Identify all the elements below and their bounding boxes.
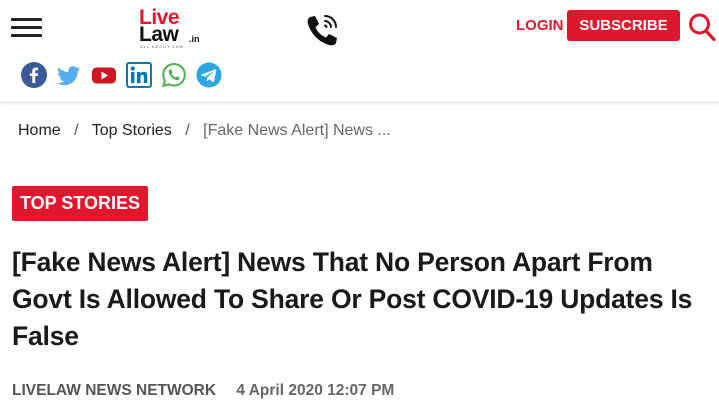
login-link[interactable]: LOGIN bbox=[516, 17, 564, 34]
breadcrumb: Home / Top Stories / [Fake News Alert] N… bbox=[18, 122, 391, 140]
breadcrumb-separator: / bbox=[74, 122, 79, 139]
menu-icon[interactable] bbox=[11, 14, 43, 42]
social-share-bar bbox=[21, 62, 222, 88]
site-header: Live Law .in ALL ABOUT LAW LOGIN SUBSCRI… bbox=[0, 0, 719, 103]
menu-bar bbox=[11, 26, 42, 29]
category-badge[interactable]: TOP STORIES bbox=[12, 186, 149, 221]
livelaw-logo[interactable]: Live Law .in ALL ABOUT LAW bbox=[138, 6, 208, 49]
menu-bar bbox=[11, 34, 42, 37]
breadcrumb-home[interactable]: Home bbox=[18, 122, 61, 139]
breadcrumb-top-stories[interactable]: Top Stories bbox=[92, 122, 172, 139]
search-icon[interactable] bbox=[688, 12, 716, 42]
phone-icon[interactable] bbox=[302, 12, 342, 50]
logo-text-suffix: .in bbox=[189, 34, 200, 44]
facebook-icon[interactable] bbox=[21, 62, 47, 88]
publish-date: 4 April 2020 12:07 PM bbox=[236, 382, 395, 399]
telegram-icon[interactable] bbox=[196, 62, 222, 88]
menu-bar bbox=[11, 18, 42, 21]
breadcrumb-separator: / bbox=[185, 122, 190, 139]
breadcrumb-current: [Fake News Alert] News ... bbox=[203, 122, 391, 139]
article-byline: LIVELAW NEWS NETWORK 4 April 2020 12:07 … bbox=[12, 382, 394, 400]
subscribe-button[interactable]: SUBSCRIBE bbox=[567, 10, 680, 41]
twitter-icon[interactable] bbox=[56, 62, 82, 88]
whatsapp-icon[interactable] bbox=[161, 62, 187, 88]
youtube-icon[interactable] bbox=[91, 62, 117, 88]
linkedin-icon[interactable] bbox=[126, 62, 152, 88]
logo-tagline: ALL ABOUT LAW bbox=[140, 44, 185, 49]
article-title: [Fake News Alert] News That No Person Ap… bbox=[12, 247, 693, 351]
author-name[interactable]: LIVELAW NEWS NETWORK bbox=[12, 382, 216, 399]
